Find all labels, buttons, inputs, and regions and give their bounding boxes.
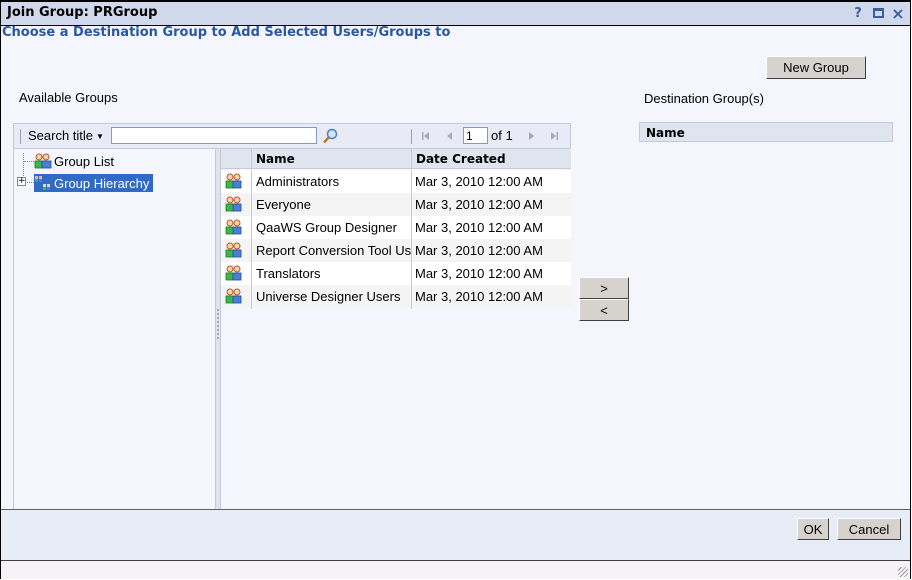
cell-name: Universe Designer Users xyxy=(256,289,401,304)
cancel-button[interactable]: Cancel xyxy=(837,518,901,540)
table-row[interactable]: Everyone Mar 3, 2010 12:00 AM xyxy=(221,193,571,216)
cell-name: Translators xyxy=(256,266,321,281)
cell-name: QaaWS Group Designer xyxy=(256,220,397,235)
first-page-icon[interactable] xyxy=(420,129,432,143)
destination-grid-header: Name xyxy=(639,122,893,142)
table-row[interactable]: Administrators Mar 3, 2010 12:00 AM xyxy=(221,170,571,193)
chevron-down-icon: ▼ xyxy=(96,132,104,142)
column-header-date-created[interactable]: Date Created xyxy=(416,152,506,166)
cell-date-created: Mar 3, 2010 12:00 AM xyxy=(415,174,543,189)
toolbar-separator xyxy=(411,129,412,144)
destination-groups-label: Destination Group(s) xyxy=(644,91,764,106)
dialog-title: Join Group: PRGroup xyxy=(7,5,158,20)
expand-icon[interactable]: + xyxy=(17,177,26,186)
add-to-destination-button[interactable]: > xyxy=(579,277,629,299)
dialog-subtitle: Choose a Destination Group to Add Select… xyxy=(2,25,451,40)
search-input[interactable] xyxy=(111,127,317,144)
cell-date-created: Mar 3, 2010 12:00 AM xyxy=(415,266,543,281)
cell-name: Report Conversion Tool Users xyxy=(256,243,411,258)
close-icon[interactable]: × xyxy=(891,4,904,23)
group-icon xyxy=(225,196,242,212)
group-icon xyxy=(225,173,242,189)
search-toolbar: Search title▼ of 1 xyxy=(14,124,570,149)
previous-page-icon[interactable] xyxy=(444,129,456,143)
search-icon[interactable] xyxy=(322,127,338,145)
available-groups-grid: Name Date Created Administrators Mar 3, 2… xyxy=(220,149,571,511)
help-icon[interactable]: ? xyxy=(852,6,864,21)
tree-connector xyxy=(23,153,24,178)
table-row[interactable]: Translators Mar 3, 2010 12:00 AM xyxy=(221,262,571,285)
column-divider xyxy=(411,149,412,309)
page-number-input[interactable] xyxy=(463,127,488,144)
last-page-icon[interactable] xyxy=(548,129,560,143)
toolbar-separator xyxy=(20,129,21,144)
dialog-footer: OK Cancel xyxy=(1,509,910,561)
cell-date-created: Mar 3, 2010 12:00 AM xyxy=(415,197,543,212)
new-group-button[interactable]: New Group xyxy=(766,56,866,79)
search-dropdown-label: Search title xyxy=(28,128,94,143)
window-controls: ? × xyxy=(852,4,904,23)
table-row[interactable]: Universe Designer Users Mar 3, 2010 12:00… xyxy=(221,285,571,308)
cell-date-created: Mar 3, 2010 12:00 AM xyxy=(415,243,543,258)
next-page-icon[interactable] xyxy=(525,129,537,143)
cell-name: Administrators xyxy=(256,174,340,189)
group-tree: Group List + Group Hierarchy xyxy=(14,149,216,511)
cell-name: Everyone xyxy=(256,197,311,212)
resize-grip-icon[interactable] xyxy=(898,567,908,577)
tree-item-label: Group Hierarchy xyxy=(54,175,150,191)
title-bar: Join Group: PRGroup ? × xyxy=(1,2,910,26)
tree-connector xyxy=(27,182,34,183)
group-icon xyxy=(225,288,242,304)
splitter-grip xyxy=(217,309,219,339)
tree-connector xyxy=(24,161,34,162)
maximize-icon[interactable] xyxy=(872,6,884,20)
cell-date-created: Mar 3, 2010 12:00 AM xyxy=(415,220,543,235)
table-row[interactable]: QaaWS Group Designer Mar 3, 2010 12:00 AM xyxy=(221,216,571,239)
available-groups-panel: Search title▼ of 1 xyxy=(13,123,571,511)
cell-date-created: Mar 3, 2010 12:00 AM xyxy=(415,289,543,304)
search-field-dropdown[interactable]: Search title ▼ xyxy=(28,128,104,143)
join-group-dialog: Join Group: PRGroup ? × Choose a Destina… xyxy=(0,0,911,579)
available-groups-label: Available Groups xyxy=(19,90,118,105)
column-header-name[interactable]: Name xyxy=(256,152,295,166)
remove-from-destination-button[interactable]: < xyxy=(579,299,629,321)
group-icon xyxy=(225,265,242,281)
group-icon xyxy=(225,219,242,235)
page-count: of 1 xyxy=(491,128,513,143)
ok-button[interactable]: OK xyxy=(797,518,829,540)
column-divider xyxy=(251,149,252,309)
grid-header: Name Date Created xyxy=(221,149,571,169)
group-hierarchy-icon xyxy=(34,175,52,191)
status-bar xyxy=(1,561,910,579)
tree-item-group-hierarchy[interactable]: Group Hierarchy xyxy=(34,174,154,192)
tree-item-label: Group List xyxy=(54,153,114,169)
table-row[interactable]: Report Conversion Tool Users Mar 3, 2010 … xyxy=(221,239,571,262)
group-list-icon xyxy=(34,153,52,169)
column-header-name[interactable]: Name xyxy=(646,126,685,140)
tree-item-group-list[interactable]: Group List xyxy=(34,152,114,170)
group-icon xyxy=(225,242,242,258)
